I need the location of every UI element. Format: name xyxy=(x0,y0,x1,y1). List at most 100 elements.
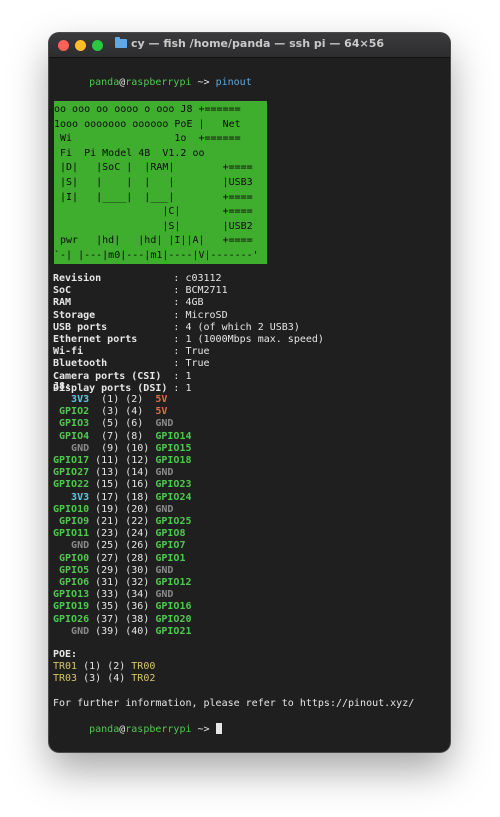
pin-left-label: GPIO4 xyxy=(53,430,90,442)
info-row: Ethernet ports : 1 (1000Mbps max. speed) xyxy=(53,334,324,345)
info-row: Camera ports (CSI) : 1 xyxy=(53,370,192,382)
board-line: 1ooo ooooooo oooooo PoE | Net xyxy=(54,118,241,130)
prompt-line: panda@raspberrypi ~> pinout xyxy=(53,65,252,88)
pi-board-diagram: oo ooo oo oooo o ooo J8 +====== 1ooo oooo… xyxy=(54,101,267,264)
title-bar[interactable]: cy — fish /home/panda — ssh pi — 64×56 xyxy=(49,33,450,58)
final-prompt-line[interactable]: panda@raspberrypi ~> xyxy=(53,711,222,735)
info-label: RAM xyxy=(53,297,168,309)
pin-right-label: GPIO7 xyxy=(155,540,186,552)
pin-numbers: (29) (30) xyxy=(89,564,156,576)
cursor xyxy=(215,723,222,734)
pin-right-label: GPIO23 xyxy=(155,479,192,491)
info-row: Storage : MicroSD xyxy=(53,309,228,321)
info-label: Wi-fi xyxy=(53,346,168,358)
prompt-path: ~> xyxy=(191,724,216,735)
info-value: c03112 xyxy=(185,273,222,284)
pin-numbers: (33) (34) xyxy=(89,589,156,601)
info-row: Wi-fi : True xyxy=(53,346,210,358)
pin-row: GPIO0 (27) (28) GPIO1 xyxy=(53,553,185,565)
info-row: USB ports : 4 (of which 2 USB3) xyxy=(53,321,300,333)
pin-left-label: GPIO10 xyxy=(53,503,90,515)
pin-left-label: GPIO2 xyxy=(53,406,90,418)
pin-row: GPIO3 (5) (6) GND xyxy=(53,418,173,430)
poe-row: TR01 (1) (2) TR00 xyxy=(53,661,155,673)
pin-row: GPIO4 (7) (8) GPIO14 xyxy=(53,431,191,443)
pin-left-label: GPIO5 xyxy=(53,564,90,576)
pin-right-label: 5V xyxy=(155,394,168,405)
board-line: pwr |hd| |hd| |I||A| +==== xyxy=(54,235,253,247)
pin-right-label: GPIO18 xyxy=(155,455,192,466)
prompt-user: panda xyxy=(89,77,120,88)
pin-numbers: (15) (16) xyxy=(89,479,156,491)
pin-row: 3V3 (1) (2) 5V xyxy=(53,394,167,406)
pin-row: GND (9) (10) GPIO15 xyxy=(53,443,191,455)
pin-left-label: GND xyxy=(53,442,90,454)
board-line: |S| |USB2 xyxy=(54,220,253,232)
pin-left-label: GPIO26 xyxy=(53,613,90,625)
poe-left-label: TR01 xyxy=(53,661,78,672)
info-label: Bluetooth xyxy=(53,358,168,370)
pin-left-label: GPIO3 xyxy=(53,418,90,430)
pin-left-label: GND xyxy=(53,625,90,637)
pin-row: GPIO11 (23) (24) GPIO8 xyxy=(53,528,185,540)
pin-right-label: GPIO14 xyxy=(155,430,192,442)
info-value: 1 (1000Mbps max. speed) xyxy=(185,334,324,345)
pin-right-label: GPIO1 xyxy=(155,552,186,564)
pin-left-label: GPIO17 xyxy=(53,455,90,466)
pin-row: GPIO17 (11) (12) GPIO18 xyxy=(53,455,191,467)
info-label: USB ports xyxy=(53,321,168,333)
info-label: Ethernet ports xyxy=(53,334,168,345)
info-value: 1 xyxy=(185,370,192,382)
pin-numbers: (37) (38) xyxy=(89,613,156,625)
pin-left-label: GPIO22 xyxy=(53,479,90,491)
pin-left-label: GPIO11 xyxy=(53,528,90,540)
pin-row: GPIO9 (21) (22) GPIO25 xyxy=(53,516,191,528)
pin-right-label: GPIO8 xyxy=(155,528,186,540)
pin-numbers: (21) (22) xyxy=(89,516,156,527)
info-row: SoC : BCM2711 xyxy=(53,285,228,297)
prompt-host: raspberrypi xyxy=(125,77,192,88)
poe-numbers: (1) (2) xyxy=(77,661,132,672)
pin-numbers: (9) (10) xyxy=(89,442,156,454)
terminal-window: cy — fish /home/panda — ssh pi — 64×56 p… xyxy=(49,33,450,752)
poe-row: TR03 (3) (4) TR02 xyxy=(53,673,155,685)
pin-right-label: GPIO16 xyxy=(155,601,192,613)
info-row: RAM : 4GB xyxy=(53,297,204,309)
pin-numbers: (27) (28) xyxy=(89,552,156,564)
pin-row: GND (39) (40) GPIO21 xyxy=(53,626,191,638)
board-line: oo ooo oo oooo o ooo J8 +====== xyxy=(54,104,241,115)
pin-row: GPIO19 (35) (36) GPIO16 xyxy=(53,601,191,613)
pin-numbers: (25) (26) xyxy=(89,540,156,552)
pin-left-label: GPIO27 xyxy=(53,467,90,479)
info-label: SoC xyxy=(53,285,168,297)
info-label: Storage xyxy=(53,309,168,321)
poe-right-label: TR02 xyxy=(131,673,156,685)
pin-numbers: (13) (14) xyxy=(89,467,156,479)
terminal-content[interactable]: panda@raspberrypi ~> pinout oo ooo oo oo… xyxy=(53,59,447,749)
pin-numbers: (3) (4) xyxy=(89,406,156,418)
pin-row: GPIO13 (33) (34) GND xyxy=(53,589,173,601)
pin-numbers: (1) (2) xyxy=(89,394,156,405)
info-value: 1 xyxy=(185,382,192,394)
folder-icon xyxy=(114,37,127,48)
pin-numbers: (39) (40) xyxy=(89,625,156,637)
pin-right-label: GND xyxy=(155,503,174,515)
board-line: |I| |____| |___| +==== xyxy=(54,191,253,203)
poe-numbers: (3) (4) xyxy=(77,673,132,685)
pin-row: GPIO22 (15) (16) GPIO23 xyxy=(53,479,191,491)
pin-right-label: GPIO20 xyxy=(155,613,192,625)
info-value: BCM2711 xyxy=(185,285,228,297)
info-value: 4 (of which 2 USB3) xyxy=(185,321,300,333)
pin-numbers: (31) (32) xyxy=(89,577,156,588)
info-row: Display ports (DSI) : 1 xyxy=(53,382,192,394)
pin-numbers: (19) (20) xyxy=(89,503,156,515)
pin-left-label: GPIO0 xyxy=(53,552,90,564)
pin-row: GPIO2 (3) (4) 5V xyxy=(53,406,167,418)
pin-left-label: GPIO19 xyxy=(53,601,90,613)
pin-left-label: GPIO13 xyxy=(53,589,90,601)
pin-numbers: (11) (12) xyxy=(89,455,156,466)
board-line: Fi Pi Model 4B V1.2 oo xyxy=(54,147,205,159)
pin-right-label: GPIO12 xyxy=(155,577,192,588)
info-value: MicroSD xyxy=(185,309,228,321)
info-row: Bluetooth : True xyxy=(53,358,210,370)
